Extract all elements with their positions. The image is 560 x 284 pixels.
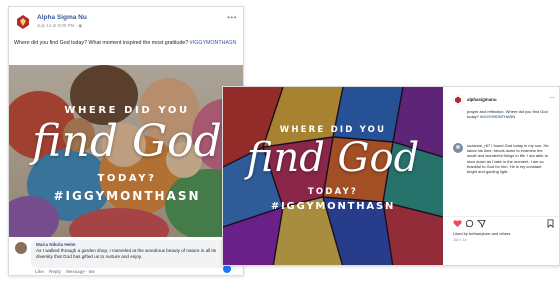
ig-overlay-script-find-god: find God	[246, 135, 420, 181]
comment-like-button[interactable]: Like	[35, 269, 44, 274]
ig-likes-text[interactable]: Liked by bethanybarr and others	[453, 231, 510, 236]
overlay-line-where: WHERE DID YOU	[64, 105, 190, 116]
post-text: Where did you find God today? What momen…	[14, 40, 240, 47]
instagram-post-image[interactable]: WHERE DID YOU find God TODAY? #IGGYMONTH…	[223, 87, 443, 265]
ig-action-bar	[453, 219, 559, 229]
post-timestamp-text[interactable]: July 14 at 9:00 PM ·	[37, 23, 78, 28]
globe-icon: ◉	[78, 23, 83, 28]
overlay-line-today: TODAY?	[97, 173, 157, 184]
ig-overlay-line-today: TODAY?	[307, 187, 359, 197]
ig-comment-text: suzanne_r87 I found God today in my son.…	[467, 143, 549, 175]
ig-overlay-line-where: WHERE DID YOU	[279, 125, 387, 135]
post-image[interactable]: WHERE DID YOU find God TODAY? #IGGYMONTH…	[9, 65, 243, 237]
ig-username[interactable]: alphasigmanu	[467, 97, 497, 102]
post-hashtag-link[interactable]: #IGGYMONTHASN	[190, 40, 237, 46]
comment: Maria Nikola Helm As I walked through a …	[9, 239, 243, 275]
comment-bubble: Maria Nikola Helm As I walked through a …	[31, 240, 237, 268]
comment-icon[interactable]	[465, 219, 474, 228]
ig-more-options-icon[interactable]: ···	[549, 95, 555, 101]
heart-icon[interactable]	[453, 219, 462, 228]
ig-post-date: JULY 14	[453, 238, 467, 242]
overlay-hashtag: #IGGYMONTHASN	[53, 189, 201, 203]
facebook-post-header: Alpha Sigma Nu July 14 at 9:00 PM · ◉ ••…	[9, 7, 243, 37]
comment-author[interactable]: Maria Nikola Helm	[36, 242, 232, 247]
more-options-icon[interactable]: •••	[227, 13, 237, 22]
like-reaction-icon[interactable]	[223, 265, 231, 273]
collage-canvas: Alpha Sigma Nu July 14 at 9:00 PM · ◉ ••…	[0, 0, 560, 284]
overlay-script-find-god: find God	[32, 116, 222, 167]
instagram-post-card: WHERE DID YOU find God TODAY? #IGGYMONTH…	[222, 86, 560, 266]
post-text-body: Where did you find God today? What momen…	[14, 40, 190, 46]
comment-reply-button[interactable]: Reply	[49, 269, 61, 274]
comment-actions: Like Reply Message · 5w	[35, 269, 99, 274]
share-icon[interactable]	[477, 219, 486, 228]
page-name[interactable]: Alpha Sigma Nu	[37, 14, 87, 21]
page-logo-icon[interactable]	[14, 13, 32, 31]
commenter-avatar[interactable]	[15, 242, 27, 254]
ig-commenter-avatar[interactable]	[453, 143, 463, 153]
ig-caption: prayer and reflection. Where did you fin…	[467, 109, 555, 119]
instagram-side-panel: alphasigmanu ··· prayer and reflection. …	[445, 87, 559, 265]
ig-caption-hashtag[interactable]: #IGGYMONTHASN	[480, 114, 515, 119]
comment-text: As I walked through a garden shop, I mar…	[36, 248, 217, 259]
post-timestamp[interactable]: July 14 at 9:00 PM · ◉	[37, 23, 82, 29]
ig-user-row: alphasigmanu ···	[453, 95, 559, 107]
ig-profile-logo-icon[interactable]	[453, 95, 463, 105]
bookmark-icon[interactable]	[546, 219, 555, 228]
ig-divider	[445, 216, 559, 217]
comment-time: Message · 5w	[66, 269, 95, 274]
ig-overlay-hashtag: #IGGYMONTHASN	[270, 201, 396, 212]
ig-comment-heart-icon[interactable]: ♡	[553, 147, 557, 152]
facebook-post-card: Alpha Sigma Nu July 14 at 9:00 PM · ◉ ••…	[8, 6, 244, 276]
